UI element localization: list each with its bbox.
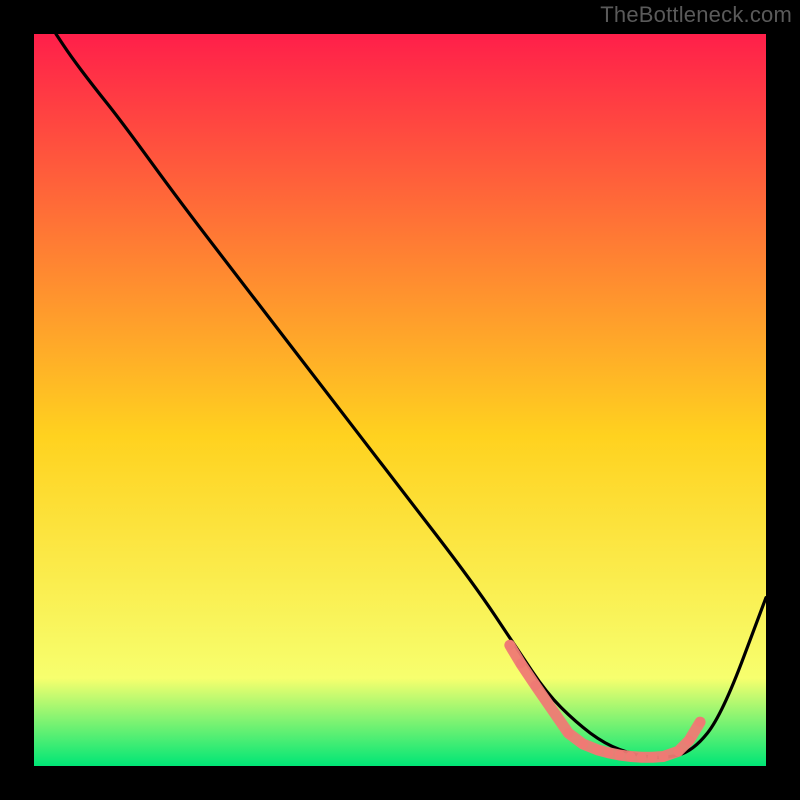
watermark-text: TheBottleneck.com [600, 2, 792, 28]
highlight-dot [637, 752, 647, 762]
highlight-dot [626, 752, 636, 762]
highlight-dot [505, 640, 515, 650]
highlight-dot [563, 728, 573, 738]
highlight-dot [684, 735, 694, 745]
chart-svg [34, 34, 766, 766]
highlight-dot [673, 746, 683, 756]
highlight-dot [615, 750, 625, 760]
highlight-dot [593, 745, 603, 755]
highlight-dot [604, 748, 614, 758]
highlight-dot [578, 739, 588, 749]
gradient-background [34, 34, 766, 766]
chart-plot-area [34, 34, 766, 766]
chart-frame: TheBottleneck.com [0, 0, 800, 800]
highlight-dot [530, 681, 540, 691]
highlight-dot [695, 717, 705, 727]
highlight-dot [659, 752, 669, 762]
highlight-dot [648, 752, 658, 762]
highlight-dot [516, 659, 526, 669]
